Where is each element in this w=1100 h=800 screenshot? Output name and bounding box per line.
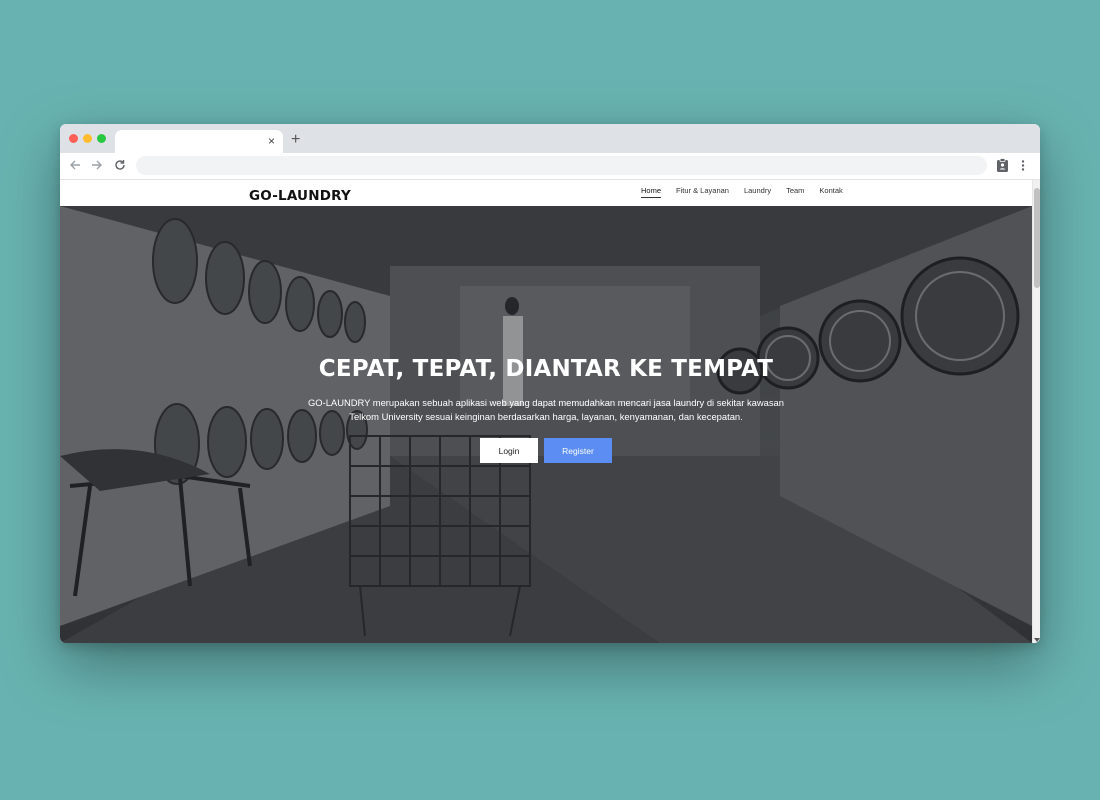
nav-link-fitur-layanan[interactable]: Fitur & Layanan — [676, 186, 729, 198]
new-tab-icon[interactable]: + — [291, 132, 300, 148]
close-window-dot[interactable] — [69, 134, 78, 143]
nav-link-home[interactable]: Home — [641, 186, 662, 198]
site-navbar: GO-LAUNDRY Home Fitur & Layanan Laundry … — [60, 180, 1032, 206]
tab-bar: × + — [60, 124, 1040, 153]
hero-description: GO-LAUNDRY merupakan sebuah aplikasi web… — [308, 397, 784, 422]
nav-link-team[interactable]: Team — [786, 186, 804, 198]
forward-arrow-icon[interactable] — [90, 158, 104, 172]
address-bar[interactable] — [136, 156, 987, 175]
browser-menu-icon[interactable] — [1018, 158, 1028, 173]
clipboard-extension-icon[interactable] — [996, 158, 1009, 173]
close-tab-icon[interactable]: × — [268, 134, 275, 148]
brand-logo[interactable]: GO-LAUNDRY — [249, 188, 351, 204]
site-menu: Home Fitur & Layanan Laundry Team Kontak — [641, 186, 858, 198]
nav-link-laundry[interactable]: Laundry — [744, 186, 771, 198]
browser-window: × + GO-LAUNDRY Home Fitur & Layanan Laun… — [60, 124, 1040, 643]
reload-icon[interactable] — [113, 158, 127, 172]
browser-tab[interactable]: × — [115, 130, 283, 153]
page-scrollbar[interactable] — [1032, 180, 1040, 643]
scroll-down-arrow-icon[interactable] — [1034, 638, 1040, 642]
minimize-window-dot[interactable] — [83, 134, 92, 143]
back-arrow-icon[interactable] — [68, 158, 82, 172]
scrollbar-thumb[interactable] — [1034, 188, 1040, 288]
browser-toolbar — [60, 153, 1040, 180]
nav-link-kontak[interactable]: Kontak — [819, 186, 842, 198]
register-button[interactable]: Register — [544, 438, 612, 463]
hero-title: CEPAT, TEPAT, DIANTAR KE TEMPAT — [318, 356, 774, 382]
page-viewport: GO-LAUNDRY Home Fitur & Layanan Laundry … — [60, 180, 1032, 643]
maximize-window-dot[interactable] — [97, 134, 106, 143]
login-button[interactable]: Login — [480, 438, 538, 463]
hero-dark-overlay — [60, 206, 1032, 643]
hero-section: CEPAT, TEPAT, DIANTAR KE TEMPAT GO-LAUND… — [60, 206, 1032, 643]
